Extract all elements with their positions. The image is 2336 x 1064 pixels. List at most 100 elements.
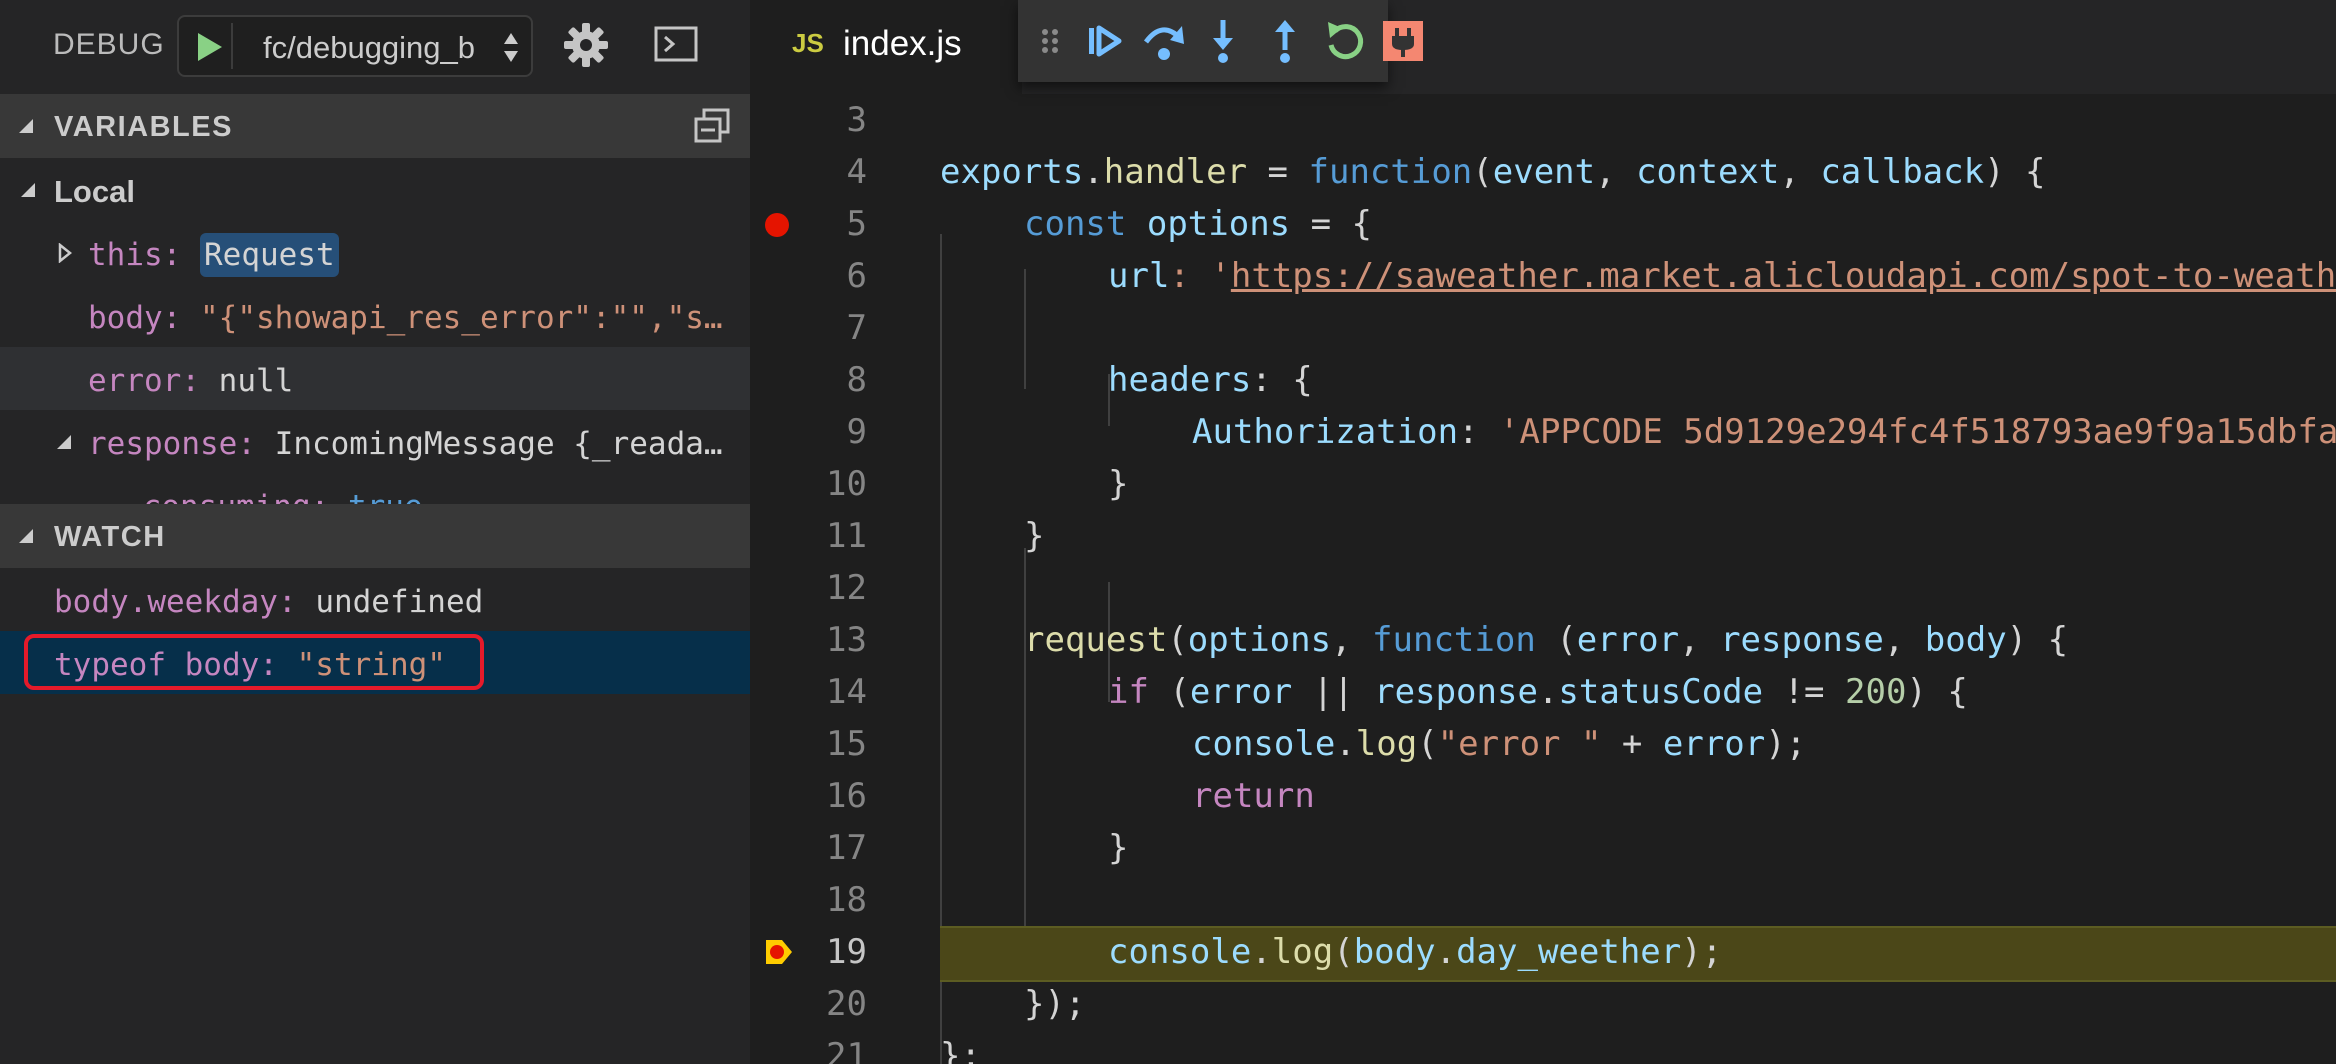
code-token: ( <box>1333 932 1354 972</box>
code-line: 3 <box>750 94 2336 146</box>
line-number: 21 <box>826 1036 867 1064</box>
restart-icon[interactable] <box>1322 18 1368 64</box>
select-arrows-icon <box>504 33 518 62</box>
debug-floating-toolbar <box>1018 0 1423 82</box>
code-token: error <box>1189 672 1293 712</box>
code-token: ); <box>1681 932 1723 972</box>
watch-expression-name: typeof body: <box>54 647 278 683</box>
variable-name: _consuming: <box>124 489 329 504</box>
code-line: 7 <box>750 302 2336 354</box>
watch-title: WATCH <box>54 521 166 553</box>
code-token: callback <box>1820 152 1985 192</box>
code-token: response <box>1374 672 1538 712</box>
watch-section-header[interactable]: WATCH <box>0 504 750 568</box>
chevron-down-icon <box>21 183 35 197</box>
code-token: ); <box>1765 724 1807 764</box>
code-token: . <box>1335 724 1356 764</box>
code-token: , <box>1883 620 1925 660</box>
code-line: 14 if (error || response.statusCode != 2… <box>750 666 2336 718</box>
variables-tree: Local this: Request body: "{"showapi_res… <box>0 158 750 504</box>
debug-console-icon[interactable] <box>654 26 698 62</box>
step-out-icon[interactable] <box>1262 18 1308 64</box>
disconnect-icon[interactable] <box>1380 18 1426 64</box>
variable-name: this: <box>88 237 182 273</box>
variable-row[interactable]: _consuming: true <box>0 473 750 504</box>
line-number: 3 <box>846 100 867 140</box>
line-number: 18 <box>826 880 867 920</box>
code-token: ( <box>1417 724 1438 764</box>
debug-title: DEBUG <box>53 28 165 61</box>
variable-row[interactable]: body: "{"showapi_res_error":"","s… <box>0 284 750 347</box>
code-line: 16 return <box>750 770 2336 822</box>
scope-local[interactable]: Local <box>0 158 750 221</box>
code-line: 6 url: 'https://saweather.market.aliclou… <box>750 250 2336 302</box>
code-line: 9 Authorization: 'APPCODE 5d9129e294fc4f… <box>750 406 2336 458</box>
variable-value: true <box>348 489 423 504</box>
code-token: options <box>1146 204 1291 244</box>
code-line: 8 headers: { <box>750 354 2336 406</box>
code-token: function <box>1372 620 1536 660</box>
code-token: }); <box>1024 984 1086 1024</box>
code-token: "error " <box>1437 724 1602 764</box>
step-into-icon[interactable] <box>1200 18 1246 64</box>
code-token: ( <box>1472 152 1493 192</box>
chevron-right-icon[interactable] <box>58 243 72 263</box>
line-number: 19 <box>826 932 867 972</box>
variable-row[interactable]: response: IncomingMessage {_reada… <box>0 410 750 473</box>
code-token: , <box>1679 620 1721 660</box>
tab-index-js[interactable]: JS index.js <box>750 0 1022 94</box>
gear-icon[interactable] <box>563 22 609 68</box>
code-token: url <box>1108 256 1170 296</box>
variable-name: error: <box>88 363 200 399</box>
start-debugging-button[interactable] <box>185 23 233 69</box>
code-token: : ' <box>1169 256 1231 296</box>
code-token: Authorization <box>1192 412 1459 452</box>
code-token: context <box>1636 152 1780 192</box>
code-token: options <box>1187 620 1332 660</box>
collapse-all-icon[interactable] <box>692 106 732 146</box>
variables-title: VARIABLES <box>54 111 233 143</box>
code-token: console <box>1108 932 1252 972</box>
watch-expression[interactable]: body.weekday: undefined <box>0 568 750 631</box>
launch-config-select[interactable]: fc/debugging_b <box>177 15 533 77</box>
step-over-icon[interactable] <box>1136 18 1184 64</box>
code-token: log <box>1355 724 1418 764</box>
code-line: 11 } <box>750 510 2336 562</box>
continue-icon[interactable] <box>1081 18 1127 64</box>
line-number: 6 <box>846 256 867 296</box>
code-line: 13 request(options, function (error, res… <box>750 614 2336 666</box>
watch-expression-name: body.weekday: <box>54 584 297 620</box>
variable-row[interactable]: error: null <box>0 347 750 410</box>
code-token: ( <box>1167 620 1188 660</box>
code-token: body <box>1924 620 2007 660</box>
code-token: error <box>1576 620 1680 660</box>
code-line: 18 <box>750 874 2336 926</box>
code-link[interactable]: https://saweather.market.alicloudapi.com… <box>1231 256 2336 296</box>
variable-row[interactable]: this: Request <box>0 221 750 284</box>
tab-label: index.js <box>843 24 962 63</box>
watch-expression[interactable]: typeof body: "string" <box>0 631 750 694</box>
variables-section-header[interactable]: VARIABLES <box>0 94 750 158</box>
code-token: . <box>1537 672 1559 712</box>
variable-name: response: <box>88 426 256 462</box>
javascript-file-icon: JS <box>792 28 824 58</box>
code-token: . <box>1251 932 1272 972</box>
watch-expression-value: undefined <box>315 584 484 620</box>
code-token: ( <box>1148 672 1190 712</box>
code-token: || <box>1292 672 1375 712</box>
code-token: console <box>1192 724 1336 764</box>
drag-handle-icon[interactable] <box>1040 18 1060 64</box>
code-token: = { <box>1290 204 1373 244</box>
code-token: request <box>1024 620 1168 660</box>
code-token: handler <box>1103 152 1248 192</box>
variable-value: IncomingMessage {_reada… <box>274 426 723 462</box>
chevron-down-icon[interactable] <box>56 434 72 450</box>
code-token: 'APPCODE 5d9129e294fc4f518793ae9f9a15dbf… <box>1499 412 2336 452</box>
line-number: 11 <box>826 516 867 556</box>
chevron-down-icon <box>19 529 33 543</box>
code-area[interactable]: 3 4 exports.handler = function(event, co… <box>750 94 2336 1064</box>
code-token: . <box>1435 932 1457 972</box>
line-number: 17 <box>826 828 867 868</box>
code-token: statusCode <box>1558 672 1764 712</box>
